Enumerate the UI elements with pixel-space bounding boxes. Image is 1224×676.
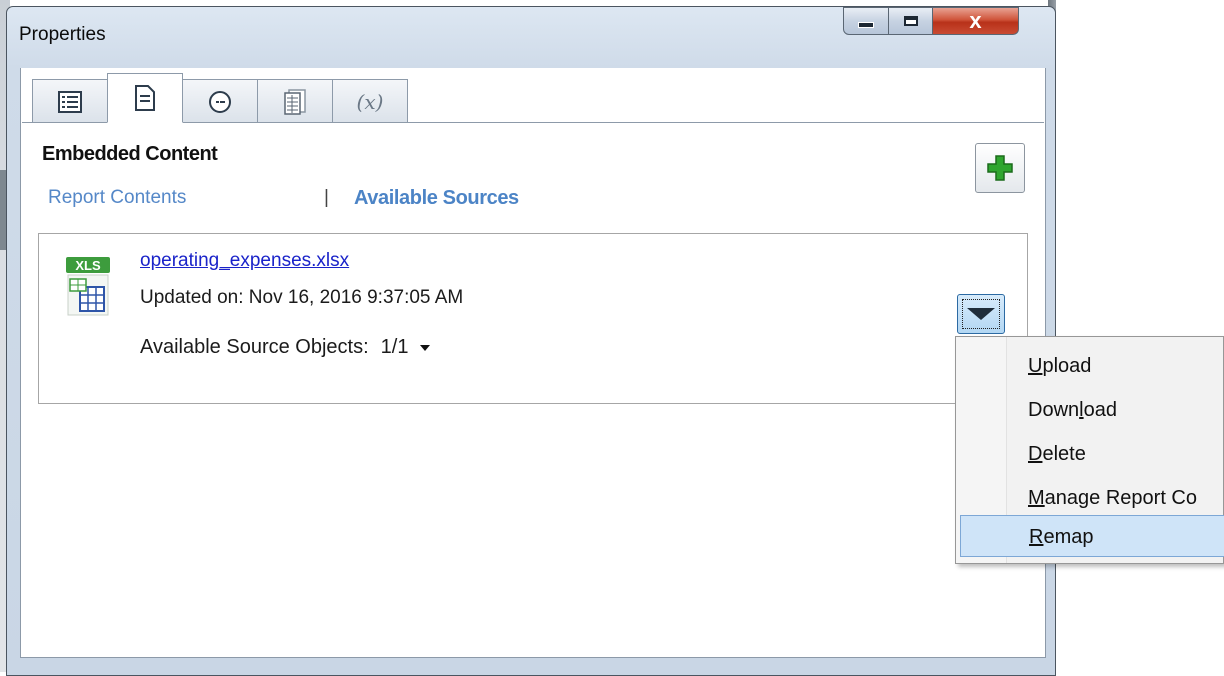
menu-item-remap-accel: R <box>1029 526 1044 548</box>
available-sources-link[interactable]: Available Sources <box>354 187 519 210</box>
menu-item-upload[interactable]: Upload <box>960 345 1224 387</box>
menu-item-manage-label: anage Report Co <box>1044 487 1197 509</box>
minimize-icon <box>858 22 874 28</box>
caption-buttons: x <box>843 7 1051 37</box>
triangle-down-icon <box>967 308 995 320</box>
tab-data[interactable] <box>257 79 333 123</box>
tab-embedded-content[interactable] <box>107 73 183 123</box>
plus-icon <box>987 155 1013 181</box>
focus-rect <box>962 299 1000 329</box>
link-separator: | <box>324 187 329 208</box>
maximize-icon <box>903 16 918 26</box>
source-actions-dropdown-button[interactable] <box>957 294 1005 334</box>
menu-item-manage-accel: M <box>1028 487 1045 509</box>
list-icon <box>58 90 82 113</box>
available-source-objects: Available Source Objects: 1/1 <box>140 336 431 359</box>
menu-item-delete-accel: D <box>1028 443 1043 465</box>
menu-item-delete[interactable]: Delete <box>960 433 1224 475</box>
menu-item-upload-accel: U <box>1028 355 1043 377</box>
close-button[interactable]: x <box>933 7 1019 35</box>
menu-item-upload-label: pload <box>1042 355 1092 377</box>
tab-schedule[interactable] <box>182 79 258 123</box>
svg-text:XLS: XLS <box>75 258 101 273</box>
chevron-down-icon[interactable] <box>420 344 431 351</box>
available-objects-value[interactable]: 1/1 <box>381 336 409 358</box>
source-file-link[interactable]: operating_expenses.xlsx <box>140 250 349 272</box>
close-icon: x <box>969 8 982 33</box>
menu-item-remap-label: emap <box>1043 526 1094 548</box>
menu-item-download-label: oad <box>1083 399 1117 421</box>
section-title: Embedded Content <box>42 143 218 165</box>
menu-item-download-prefix: Down <box>1028 399 1080 421</box>
menu-item-manage-report-content[interactable]: Manage Report Co <box>960 477 1224 519</box>
window-title: Properties <box>19 24 106 45</box>
menu-item-download[interactable]: Download <box>960 389 1224 431</box>
available-objects-label: Available Source Objects: <box>140 336 369 358</box>
menu-item-delete-label: elete <box>1042 443 1086 465</box>
variable-icon: (x) <box>356 89 384 114</box>
menu-item-remap[interactable]: Remap <box>960 515 1224 557</box>
xls-file-icon: XLS <box>66 257 110 316</box>
clock-icon <box>209 90 231 113</box>
report-contents-link[interactable]: Report Contents <box>48 187 186 209</box>
source-actions-menu: Upload Download Delete Manage Report Co … <box>955 336 1224 564</box>
grid-document-icon <box>284 88 306 115</box>
tab-variables[interactable]: (x) <box>332 79 408 123</box>
maximize-button[interactable] <box>889 7 933 35</box>
minimize-button[interactable] <box>843 7 889 35</box>
tab-strip: (x) <box>32 73 408 123</box>
updated-timestamp: Updated on: Nov 16, 2016 9:37:05 AM <box>140 287 464 308</box>
document-icon <box>135 85 155 111</box>
add-source-button[interactable] <box>975 143 1025 193</box>
tab-general[interactable] <box>32 79 108 123</box>
